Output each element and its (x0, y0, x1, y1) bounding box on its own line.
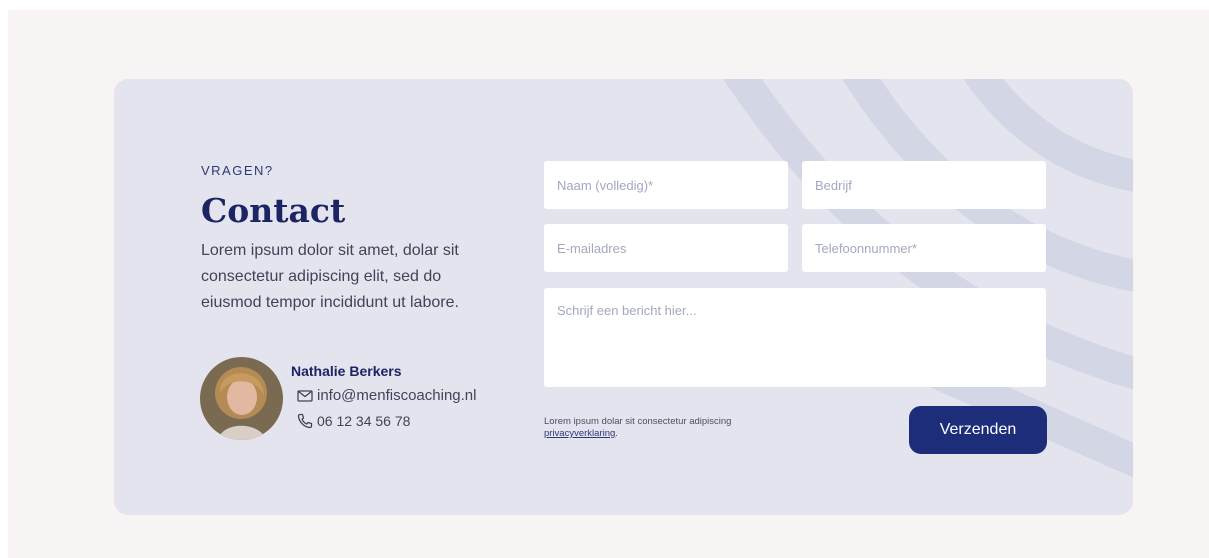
envelope-icon (297, 389, 313, 402)
privacy-link[interactable]: privacyverklaring (544, 428, 615, 439)
phone-input[interactable] (802, 224, 1046, 272)
person-phone[interactable]: 06 12 34 56 78 (297, 413, 410, 429)
privacy-note-text: Lorem ipsum dolar sit consectetur adipis… (544, 416, 732, 427)
contact-intro: VRAGEN? Contact Lorem ipsum dolor sit am… (201, 163, 501, 316)
message-textarea[interactable] (544, 288, 1046, 387)
name-input[interactable] (544, 161, 788, 209)
email-text[interactable]: info@menfiscoaching.nl (317, 387, 476, 404)
person-name: Nathalie Berkers (291, 363, 402, 379)
contact-card: VRAGEN? Contact Lorem ipsum dolor sit am… (114, 79, 1133, 515)
privacy-note: Lorem ipsum dolar sit consectetur adipis… (544, 416, 764, 440)
intro-text: Lorem ipsum dolor sit amet, dolar sit co… (201, 242, 459, 311)
submit-button[interactable]: Verzenden (909, 406, 1047, 454)
avatar (200, 357, 283, 440)
phone-icon (297, 413, 313, 429)
page-title: Contact (201, 191, 346, 230)
phone-text[interactable]: 06 12 34 56 78 (317, 413, 410, 429)
company-input[interactable] (802, 161, 1046, 209)
person-email[interactable]: info@menfiscoaching.nl (297, 387, 476, 404)
eyebrow-text: VRAGEN? (201, 163, 274, 178)
privacy-suffix: . (615, 428, 618, 439)
contact-person: Nathalie Berkers info@menfiscoaching.nl … (200, 357, 520, 447)
email-input[interactable] (544, 224, 788, 272)
